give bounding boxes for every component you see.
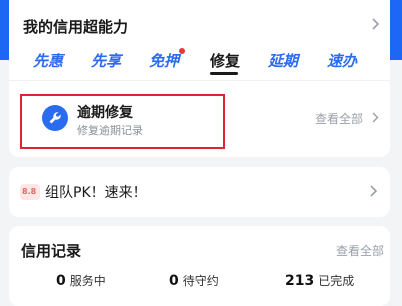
view-all-link[interactable]: 查看全部 (336, 242, 384, 259)
chevron-right-icon[interactable] (372, 112, 379, 123)
overdue-repair-item[interactable]: 逾期修复 修复逾期记录 (20, 94, 225, 149)
wrench-icon (42, 105, 68, 131)
section-title: 我的信用超能力 (23, 18, 129, 36)
chevron-right-icon[interactable] (370, 185, 378, 197)
notification-dot (179, 48, 186, 54)
tab-xiufu[interactable]: 修复 (210, 50, 240, 75)
team-pk-text: 组队PK！速来！ (45, 185, 147, 201)
stat-completed[interactable]: 213 已完成 (285, 272, 354, 289)
chevron-right-icon[interactable] (372, 18, 380, 30)
tab-xianxiang[interactable]: 先享 (91, 50, 121, 71)
credit-record-card: 信用记录 查看全部 0 服务中 0 待守约 213 已完成 (9, 226, 390, 306)
team-badge-icon: 8.8 (20, 184, 40, 200)
repair-subtitle: 修复逾期记录 (77, 124, 143, 137)
tab-suban[interactable]: 速办 (327, 50, 357, 71)
team-pk-banner[interactable]: 8.8 组队PK！速来！ (9, 167, 390, 217)
credit-record-title: 信用记录 (21, 242, 82, 260)
tab-yanqi[interactable]: 延期 (268, 50, 298, 71)
repair-title: 逾期修复 (77, 105, 133, 121)
tab-bar: 先惠 先享 免押 修复 延期 速办 (9, 48, 390, 80)
stat-in-service[interactable]: 0 服务中 (56, 272, 106, 289)
credit-power-card: 我的信用超能力 先惠 先享 免押 修复 延期 速办 逾期修复 修复逾期记录 查看… (9, 0, 390, 157)
divider (9, 80, 390, 81)
view-all-link[interactable]: 查看全部 (315, 110, 363, 127)
stat-pending[interactable]: 0 待守约 (169, 272, 219, 289)
tab-xianhui[interactable]: 先惠 (33, 50, 63, 71)
active-tab-indicator (210, 72, 238, 75)
tab-mianya[interactable]: 免押 (149, 48, 186, 71)
